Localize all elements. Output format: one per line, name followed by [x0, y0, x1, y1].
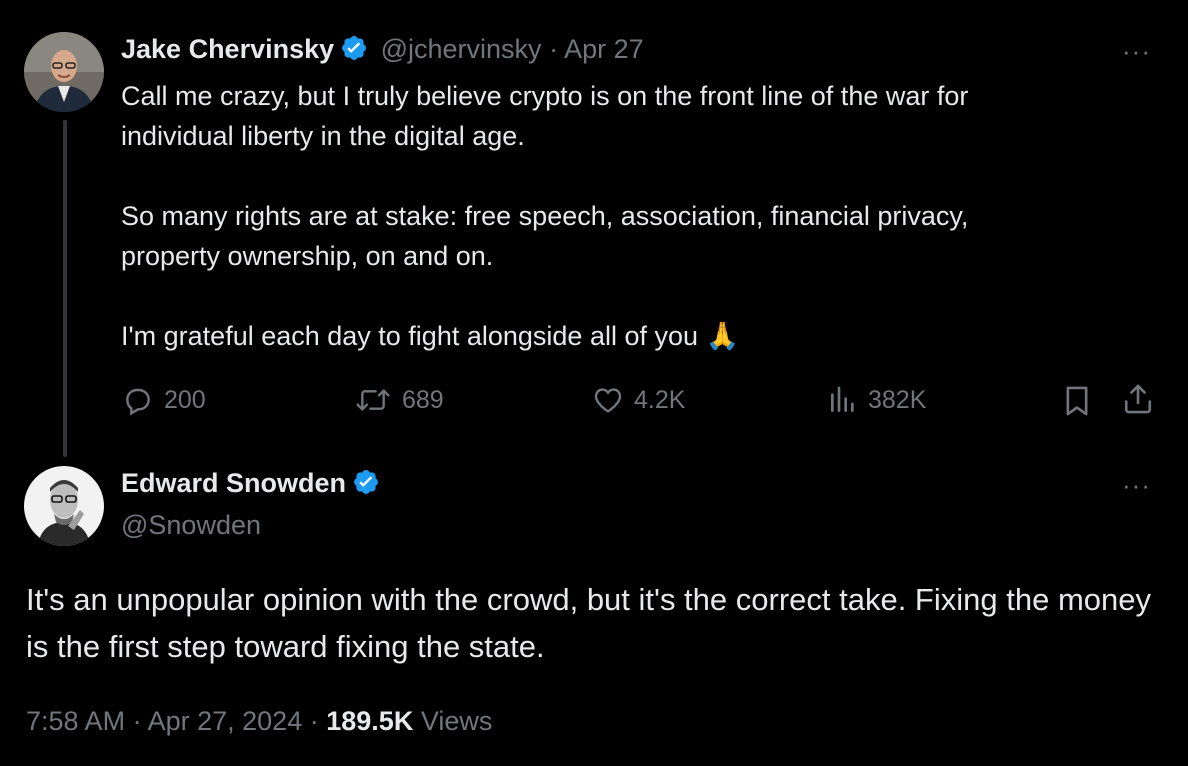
tweet-text: Call me crazy, but I truly believe crypt…	[121, 81, 969, 351]
reply-meta: 7:58 AM · Apr 27, 2024 · 189.5K Views	[26, 706, 492, 737]
like-icon	[594, 388, 622, 413]
avatar-image	[24, 466, 104, 546]
reply-icon	[126, 388, 150, 416]
repost-icon	[356, 389, 390, 411]
reply-header: Edward Snowden	[121, 468, 380, 501]
bookmark-button[interactable]	[1062, 384, 1092, 423]
share-icon	[1124, 384, 1152, 414]
reply-button[interactable]: 200	[122, 384, 206, 416]
views-count: 382K	[868, 385, 927, 414]
author-handle[interactable]: @jchervinsky	[381, 34, 542, 64]
tweet-date[interactable]: Apr 27	[564, 34, 644, 64]
separator: ·	[549, 34, 559, 64]
views-button[interactable]: 382K	[828, 384, 926, 416]
thread-connector-line	[63, 120, 67, 457]
like-button[interactable]: 4.2K	[592, 384, 685, 416]
reply-count: 200	[164, 385, 206, 414]
repost-button[interactable]: 689	[354, 384, 444, 416]
repost-count: 689	[402, 385, 444, 414]
more-icon[interactable]: ···	[1122, 36, 1151, 67]
author-handle[interactable]: @Snowden	[121, 510, 261, 541]
verified-badge-icon[interactable]	[352, 468, 380, 501]
separator: ·	[309, 706, 319, 736]
views-icon	[831, 386, 854, 412]
verified-badge-icon[interactable]	[340, 34, 368, 67]
like-count: 4.2K	[634, 385, 686, 414]
reply-time[interactable]: 7:58 AM	[26, 706, 125, 736]
author-name[interactable]: Edward Snowden	[121, 468, 346, 498]
separator: ·	[132, 706, 142, 736]
reply-date[interactable]: Apr 27, 2024	[148, 706, 303, 736]
avatar-edward-snowden[interactable]	[24, 466, 104, 546]
reply-views-count[interactable]: 189.5K	[326, 706, 413, 736]
avatar-jake-chervinsky[interactable]	[24, 32, 104, 112]
more-icon[interactable]: ···	[1122, 470, 1151, 501]
bookmark-icon	[1066, 386, 1088, 416]
tweet-header: Jake Chervinsky @jchervinsky · Apr 27	[121, 34, 644, 67]
share-button[interactable]	[1122, 382, 1154, 421]
avatar-image	[24, 32, 104, 112]
reply-text: It's an unpopular opinion with the crowd…	[26, 582, 1151, 664]
author-name[interactable]: Jake Chervinsky	[121, 34, 334, 64]
reply-views-label: Views	[420, 706, 493, 736]
